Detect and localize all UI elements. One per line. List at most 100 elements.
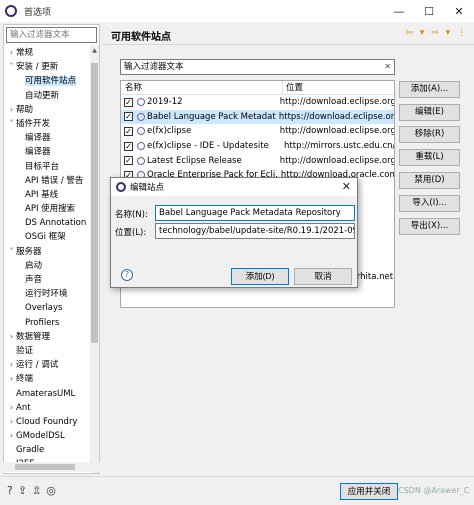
minimize-button[interactable]: — xyxy=(384,0,414,22)
tree-item-label: 启动 xyxy=(25,260,43,271)
expand-arrow-icon[interactable]: › xyxy=(7,358,16,372)
column-header-name[interactable]: 名称 xyxy=(121,81,283,94)
table-row[interactable]: ✓ e(fx)clipse - IDE - Updatesite http://mi… xyxy=(121,139,394,154)
tree-item[interactable]: ˅ 服务器 xyxy=(4,245,90,259)
tree-item[interactable]: 目标平台 xyxy=(4,160,90,174)
expand-arrow-icon[interactable]: › xyxy=(7,401,16,415)
tree-item-label: 帮助 xyxy=(16,104,34,115)
export-preferences-icon[interactable]: ⇫ xyxy=(32,484,41,497)
tree-item[interactable]: › GModelDSL xyxy=(4,429,90,443)
tree-item[interactable]: › 帮助 xyxy=(4,103,90,117)
site-enabled-checkbox[interactable]: ✓ xyxy=(124,156,133,166)
tree-item[interactable]: API 错误 / 警告 xyxy=(4,174,90,188)
site-enabled-checkbox[interactable]: ✓ xyxy=(124,126,133,136)
tree-item[interactable]: OSGi 框架 xyxy=(4,230,90,244)
tree-item[interactable]: API 基线 xyxy=(4,188,90,202)
close-button[interactable]: ✕ xyxy=(444,0,474,22)
tree-item[interactable]: 运行时环境 xyxy=(4,287,90,301)
column-header-location[interactable]: 位置 xyxy=(283,81,303,94)
tree-item[interactable]: 编译器 xyxy=(4,145,90,159)
tree-item[interactable]: ˅ 安装 / 更新 xyxy=(4,60,90,74)
scroll-thumb[interactable] xyxy=(91,63,98,343)
tree-item[interactable]: › 数据管理 xyxy=(4,330,90,344)
expand-arrow-icon[interactable]: › xyxy=(7,429,16,443)
tree-item[interactable]: DS Annotation xyxy=(4,216,90,230)
tree-item[interactable]: › Ant xyxy=(4,401,90,415)
tree-vertical-scrollbar[interactable]: ▲ ▼ xyxy=(90,45,99,473)
tree-item-label: API 基线 xyxy=(25,189,59,200)
tree-item-label: Profilers xyxy=(25,317,60,328)
help-icon[interactable]: ? xyxy=(121,269,133,281)
site-enabled-checkbox[interactable]: ✓ xyxy=(124,141,133,151)
expand-arrow-icon[interactable]: › xyxy=(7,372,16,386)
tree-item-label: 安装 / 更新 xyxy=(16,62,59,73)
table-row[interactable]: ✓ 2019-12 http://download.eclipse.org/ xyxy=(121,95,394,110)
eclipse-icon xyxy=(116,182,126,192)
expand-arrow-icon[interactable]: › xyxy=(7,415,16,429)
oomph-icon[interactable]: ◎ xyxy=(46,484,56,497)
remove-site-button[interactable]: 移除(R) xyxy=(399,126,460,143)
tree-item-label: 验证 xyxy=(16,345,34,356)
tree-horizontal-scrollbar[interactable] xyxy=(3,462,100,472)
tree-item-label: 运行 / 调试 xyxy=(16,360,59,371)
table-row[interactable]: ✓ Latest Eclipse Release http://download.e… xyxy=(121,153,394,168)
expand-arrow-icon[interactable]: › xyxy=(7,46,16,60)
navigation-arrows-icon[interactable]: ⇦ ▾ ⇨ ▾ ⋮ xyxy=(405,28,468,38)
site-name: Latest Eclipse Release xyxy=(147,155,242,166)
tree-item[interactable]: Gradle xyxy=(4,443,90,457)
tree-item[interactable]: › Cloud Foundry xyxy=(4,415,90,429)
scroll-up-icon[interactable]: ▲ xyxy=(90,47,99,56)
tree-item[interactable]: 编译器 xyxy=(4,131,90,145)
tree-item[interactable]: ˅ 插件开发 xyxy=(4,117,90,131)
site-enabled-checkbox[interactable]: ✓ xyxy=(124,112,133,122)
preferences-tree-pane: ›常规˅安装 / 更新可用软件站点自动更新›帮助˅插件开发编译器编译器目标平台A… xyxy=(3,24,100,474)
add-site-button[interactable]: 添加(A)... xyxy=(399,81,460,98)
tree-item[interactable]: 可用软件站点 xyxy=(4,74,90,88)
dialog-cancel-button[interactable]: 取消 xyxy=(294,268,352,285)
site-icon xyxy=(137,142,145,151)
export-sites-button[interactable]: 导出(X)... xyxy=(399,218,460,235)
tree-item[interactable]: 声音 xyxy=(4,273,90,287)
site-location: https://download.eclipse.org xyxy=(278,111,394,122)
apply-and-close-button[interactable]: 应用并关闭 xyxy=(340,483,398,500)
expand-arrow-icon[interactable]: › xyxy=(7,103,16,117)
tree-item-label: Cloud Foundry xyxy=(16,416,78,427)
table-row[interactable]: ✓ e(fx)clipse http://download.eclipse.org/ xyxy=(121,124,394,139)
tree-filter-input[interactable] xyxy=(6,27,97,43)
divider xyxy=(103,44,474,45)
expand-arrow-icon[interactable]: ˅ xyxy=(7,117,16,131)
tree-item[interactable]: API 使用搜索 xyxy=(4,202,90,216)
tree-item[interactable]: › 运行 / 调试 xyxy=(4,358,90,372)
tree-item-label: 声音 xyxy=(25,275,43,285)
tree-item-label: 运行时环境 xyxy=(25,289,68,300)
site-name-field[interactable]: Babel Language Pack Metadata Repository xyxy=(155,205,355,221)
tree-item[interactable]: 自动更新 xyxy=(4,89,90,103)
tree-item[interactable]: 启动 xyxy=(4,259,90,273)
tree-item[interactable]: 验证 xyxy=(4,344,90,358)
site-location: http://mirrors.ustc.edu.cn/ xyxy=(284,141,394,152)
tree-item[interactable]: › 终端 xyxy=(4,372,90,386)
edit-site-button[interactable]: 编辑(E) xyxy=(399,104,460,121)
help-icon[interactable]: ? xyxy=(7,484,13,497)
reload-site-button[interactable]: 重载(L) xyxy=(399,149,460,166)
expand-arrow-icon[interactable]: › xyxy=(7,330,16,344)
site-location: http://download.eclipse.org/ xyxy=(279,97,394,108)
tree-item[interactable]: Profilers xyxy=(4,316,90,330)
site-filter-input[interactable]: 输入过滤器文本 ✕ xyxy=(120,59,395,75)
site-location-field[interactable]: technology/babel/update-site/R0.19.1/202… xyxy=(155,223,355,239)
import-preferences-icon[interactable]: ⇪ xyxy=(18,484,27,497)
dialog-add-button[interactable]: 添加(D) xyxy=(231,268,289,285)
dialog-close-icon[interactable]: ✕ xyxy=(342,180,351,193)
disable-site-button[interactable]: 禁用(D) xyxy=(399,172,460,189)
expand-arrow-icon[interactable]: ˅ xyxy=(7,245,16,259)
import-sites-button[interactable]: 导入(I)... xyxy=(399,195,460,212)
clear-filter-icon[interactable]: ✕ xyxy=(384,60,391,74)
expand-arrow-icon[interactable]: ˅ xyxy=(7,60,16,74)
table-row[interactable]: ✓ Babel Language Pack Metadata https://dow… xyxy=(121,109,394,125)
tree-item[interactable]: AmaterasUML xyxy=(4,387,90,401)
tree-item[interactable]: › 常规 xyxy=(4,46,90,60)
tree-item[interactable]: Overlays xyxy=(4,301,90,315)
site-enabled-checkbox[interactable]: ✓ xyxy=(124,97,133,107)
scroll-thumb[interactable] xyxy=(15,464,75,470)
maximize-button[interactable]: ☐ xyxy=(414,0,444,22)
